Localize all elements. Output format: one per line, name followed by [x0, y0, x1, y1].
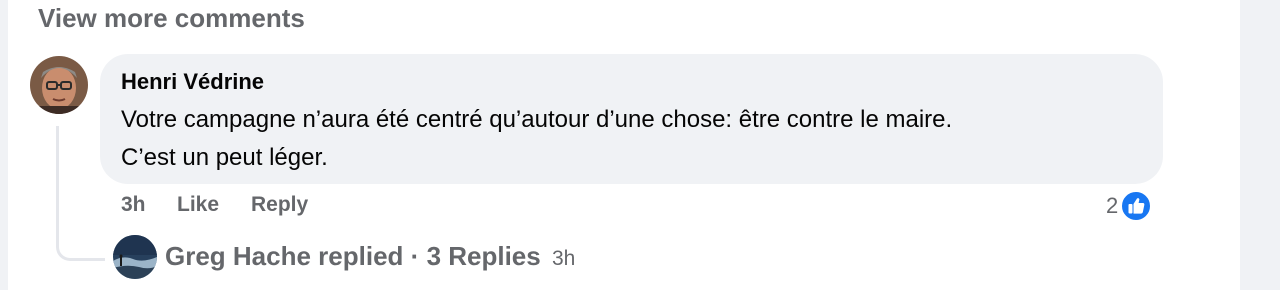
reactions-summary[interactable]: 2 — [1106, 190, 1153, 222]
like-button[interactable]: Like — [177, 193, 219, 217]
comment-text: Votre campagne n’aura été centré qu’auto… — [121, 101, 1151, 177]
separator-dot: · — [410, 241, 420, 271]
comment-timestamp[interactable]: 3h — [121, 193, 146, 217]
reply-button[interactable]: Reply — [251, 193, 308, 217]
greg-avatar-image — [113, 235, 157, 279]
reply-timestamp: 3h — [551, 247, 576, 270]
comment-text-line: C’est un peut léger. — [121, 144, 328, 171]
view-replies-link[interactable]: Greg Hache replied · 3 Replies 3h — [165, 241, 575, 272]
view-more-comments-link[interactable]: View more comments — [38, 3, 305, 34]
reply-count: 3 Replies — [426, 241, 541, 271]
avatar[interactable] — [113, 235, 157, 279]
thumbs-up-icon — [1120, 190, 1153, 222]
avatar[interactable] — [30, 56, 88, 114]
henri-avatar-image — [30, 56, 88, 114]
comment-author-name[interactable]: Henri Védrine — [121, 69, 264, 95]
reaction-count: 2 — [1106, 193, 1119, 218]
comment-text-line: Votre campagne n’aura été centré qu’auto… — [121, 106, 953, 133]
thread-connector-line — [56, 126, 105, 261]
replied-author: Greg Hache replied — [165, 241, 404, 271]
